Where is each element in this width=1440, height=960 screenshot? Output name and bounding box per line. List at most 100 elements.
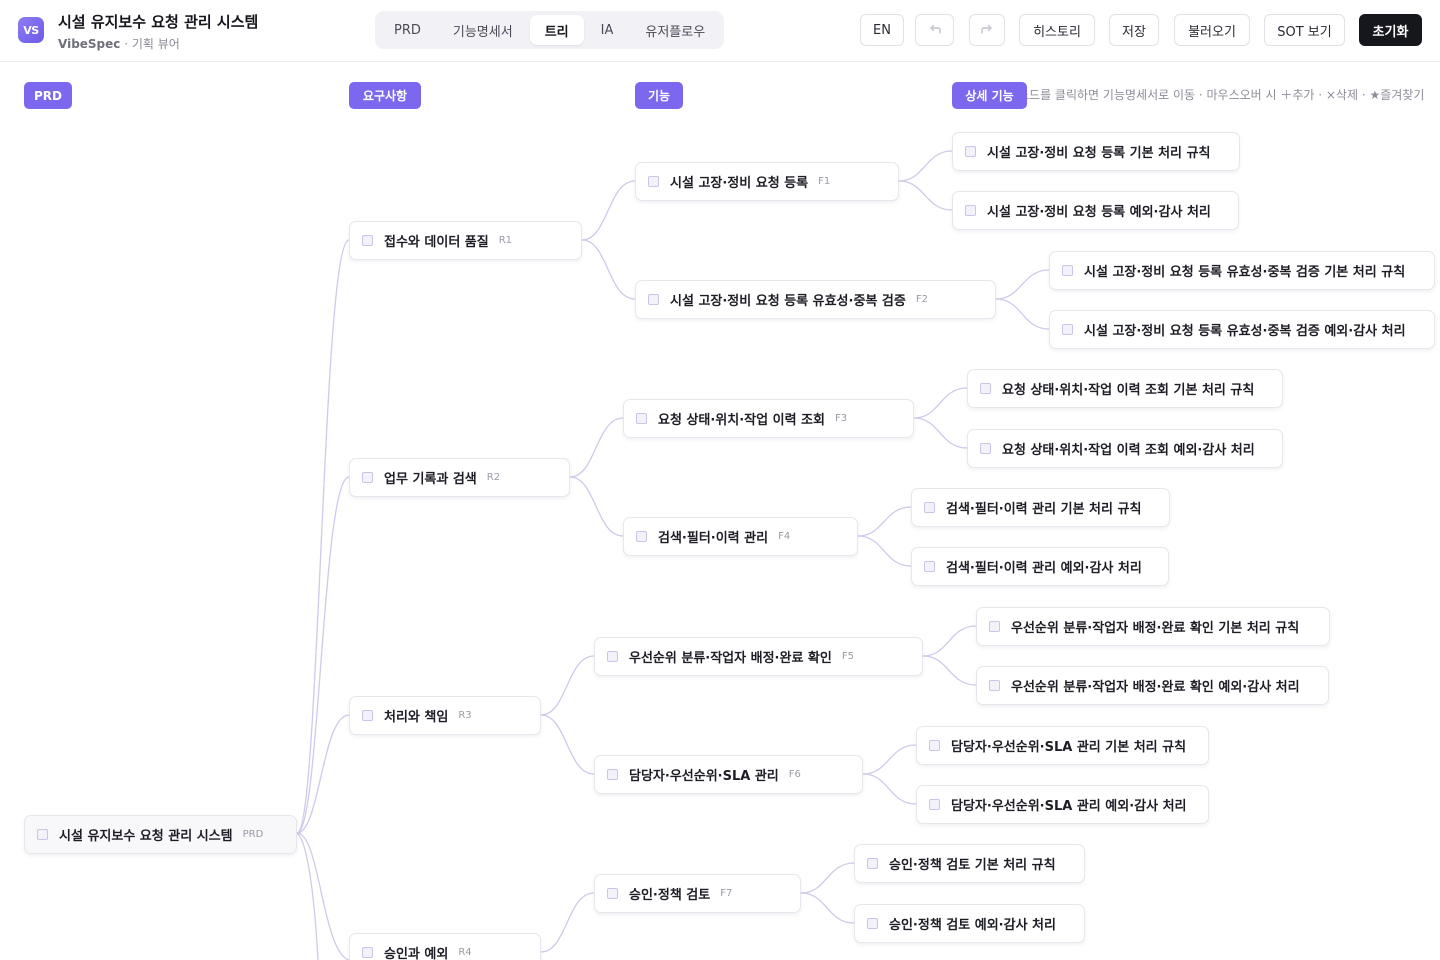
tree-canvas[interactable]: PRD 요구사항 기능 노드를 클릭하면 기능명세서로 이동 · 마우스오버 시…	[0, 63, 1440, 960]
tab-tree[interactable]: 트리	[529, 15, 584, 45]
node-checkbox[interactable]	[362, 947, 373, 958]
redo-icon	[981, 24, 992, 34]
tree-node-requirement[interactable]: 처리와 책임 R3	[349, 696, 541, 735]
redo-button[interactable]	[969, 14, 1005, 46]
node-checkbox[interactable]	[607, 651, 618, 662]
tree-node-detail[interactable]: 우선순위 분류·작업자 배정·완료 확인 예외·감사 처리	[976, 666, 1329, 705]
node-checkbox[interactable]	[929, 799, 940, 810]
tree-node-requirement[interactable]: 승인과 예외 R4	[349, 933, 541, 960]
tree-node-detail[interactable]: 승인·정책 검토 기본 처리 규칙	[854, 844, 1085, 883]
undo-button[interactable]	[915, 14, 954, 46]
node-checkbox[interactable]	[867, 858, 878, 869]
node-label: 시설 고장·정비 요청 등록 유효성·중복 검증 예외·감사 처리	[1084, 324, 1406, 339]
node-label: 승인과 예외	[384, 947, 449, 960]
sot-view-button[interactable]: SOT 보기	[1264, 14, 1345, 46]
node-label: 요청 상태·위치·작업 이력 조회 기본 처리 규칙	[1002, 383, 1255, 398]
tree-node-requirement[interactable]: 접수와 데이터 품질 R1	[349, 221, 582, 260]
node-checkbox[interactable]	[1062, 265, 1073, 276]
tree-node-detail[interactable]: 담당자·우선순위·SLA 관리 예외·감사 처리	[916, 785, 1209, 824]
tree-node-feature[interactable]: 담당자·우선순위·SLA 관리 F6	[594, 755, 863, 794]
node-checkbox[interactable]	[37, 829, 48, 840]
node-label: 담당자·우선순위·SLA 관리 예외·감사 처리	[951, 799, 1187, 814]
node-checkbox[interactable]	[980, 383, 991, 394]
tab-feature-spec[interactable]: 기능명세서	[438, 15, 528, 45]
node-label: 검색·필터·이력 관리 예외·감사 처리	[946, 561, 1142, 576]
node-checkbox[interactable]	[965, 146, 976, 157]
viewer-mode-label: · 기획 뷰어	[120, 37, 180, 51]
tab-user-flow[interactable]: 유저플로우	[630, 15, 720, 45]
node-checkbox[interactable]	[929, 740, 940, 751]
node-checkbox[interactable]	[648, 176, 659, 187]
node-checkbox[interactable]	[989, 621, 1000, 632]
node-id: R3	[458, 710, 472, 721]
node-label: 담당자·우선순위·SLA 관리 기본 처리 규칙	[951, 740, 1187, 755]
tree-node-detail[interactable]: 우선순위 분류·작업자 배정·완료 확인 기본 처리 규칙	[976, 607, 1330, 646]
node-label: 우선순위 분류·작업자 배정·완료 확인	[629, 651, 832, 666]
language-toggle-button[interactable]: EN	[860, 14, 904, 46]
tree-node-root[interactable]: 시설 유지보수 요청 관리 시스템 PRD	[24, 815, 297, 854]
app-title: 시설 유지보수 요청 관리 시스템	[58, 13, 259, 31]
node-checkbox[interactable]	[362, 472, 373, 483]
node-label: 검색·필터·이력 관리 기본 처리 규칙	[946, 502, 1142, 517]
tree-node-feature[interactable]: 검색·필터·이력 관리 F4	[623, 517, 858, 556]
node-id: PRD	[242, 829, 264, 840]
tree-node-feature[interactable]: 요청 상태·위치·작업 이력 조회 F3	[623, 399, 914, 438]
node-checkbox[interactable]	[980, 443, 991, 454]
tree-node-detail[interactable]: 검색·필터·이력 관리 기본 처리 규칙	[911, 488, 1170, 527]
tree-node-detail[interactable]: 시설 고장·정비 요청 등록 유효성·중복 검증 예외·감사 처리	[1049, 310, 1435, 349]
node-label: 승인·정책 검토 예외·감사 처리	[889, 918, 1056, 933]
view-tabs: PRD 기능명세서 트리 IA 유저플로우	[375, 11, 725, 49]
tree-node-detail[interactable]: 시설 고장·정비 요청 등록 기본 처리 규칙	[952, 132, 1240, 171]
history-button[interactable]: 히스토리	[1019, 14, 1095, 46]
node-id: R1	[498, 235, 513, 246]
node-label: 우선순위 분류·작업자 배정·완료 확인 기본 처리 규칙	[1011, 621, 1300, 636]
node-label: 승인·정책 검토	[629, 888, 711, 903]
tab-prd[interactable]: PRD	[379, 15, 436, 45]
tree-node-detail[interactable]: 검색·필터·이력 관리 예외·감사 처리	[911, 547, 1169, 586]
tab-ia[interactable]: IA	[586, 15, 629, 45]
tree-node-detail[interactable]: 시설 고장·정비 요청 등록 예외·감사 처리	[952, 191, 1239, 230]
node-label: 요청 상태·위치·작업 이력 조회 예외·감사 처리	[1002, 443, 1255, 458]
tree-node-detail[interactable]: 요청 상태·위치·작업 이력 조회 기본 처리 규칙	[967, 369, 1283, 408]
node-label: 시설 고장·정비 요청 등록 유효성·중복 검증 기본 처리 규칙	[1084, 265, 1406, 280]
node-checkbox[interactable]	[965, 205, 976, 216]
node-checkbox[interactable]	[989, 680, 1000, 691]
reset-button[interactable]: 초기화	[1359, 14, 1422, 46]
node-checkbox[interactable]	[362, 235, 373, 246]
node-label: 시설 고장·정비 요청 등록 기본 처리 규칙	[987, 146, 1211, 161]
tree-node-feature[interactable]: 시설 고장·정비 요청 등록 유효성·중복 검증 F2	[635, 280, 996, 319]
tree-node-detail[interactable]: 시설 고장·정비 요청 등록 유효성·중복 검증 기본 처리 규칙	[1049, 251, 1435, 290]
column-label-prd: PRD	[24, 82, 72, 109]
save-button[interactable]: 저장	[1109, 14, 1159, 46]
load-button[interactable]: 불러오기	[1174, 14, 1250, 46]
node-checkbox[interactable]	[636, 531, 647, 542]
node-checkbox[interactable]	[607, 888, 618, 899]
app-subtitle: VibeSpec · 기획 뷰어	[58, 35, 180, 52]
tree-node-feature[interactable]: 승인·정책 검토 F7	[594, 874, 801, 913]
tree-node-detail[interactable]: 담당자·우선순위·SLA 관리 기본 처리 규칙	[916, 726, 1209, 765]
node-checkbox[interactable]	[636, 413, 647, 424]
node-checkbox[interactable]	[1062, 324, 1073, 335]
node-label: 업무 기록과 검색	[384, 472, 477, 487]
node-label: 담당자·우선순위·SLA 관리	[629, 769, 779, 784]
node-label: 검색·필터·이력 관리	[658, 531, 769, 546]
column-label-detail-features: 상세 기능	[952, 82, 1027, 109]
usage-hint: 노드를 클릭하면 기능명세서로 이동 · 마우스오버 시 ＋추가 · ×삭제 ·…	[1018, 88, 1425, 102]
tree-node-detail[interactable]: 요청 상태·위치·작업 이력 조회 예외·감사 처리	[967, 429, 1283, 468]
tree-node-requirement[interactable]: 업무 기록과 검색 R2	[349, 458, 570, 497]
tree-node-feature[interactable]: 우선순위 분류·작업자 배정·완료 확인 F5	[594, 637, 923, 676]
node-checkbox[interactable]	[867, 918, 878, 929]
tree-node-feature[interactable]: 시설 고장·정비 요청 등록 F1	[635, 162, 899, 201]
node-checkbox[interactable]	[924, 502, 935, 513]
node-label: 우선순위 분류·작업자 배정·완료 확인 예외·감사 처리	[1011, 680, 1300, 695]
node-label: 시설 고장·정비 요청 등록 유효성·중복 검증	[670, 294, 906, 309]
node-id: F4	[778, 531, 791, 542]
undo-icon	[929, 24, 941, 34]
node-checkbox[interactable]	[607, 769, 618, 780]
node-checkbox[interactable]	[362, 710, 373, 721]
node-checkbox[interactable]	[648, 294, 659, 305]
tree-node-detail[interactable]: 승인·정책 검토 예외·감사 처리	[854, 904, 1085, 943]
node-checkbox[interactable]	[924, 561, 935, 572]
node-label: 접수와 데이터 품질	[384, 235, 489, 250]
node-label: 시설 고장·정비 요청 등록 예외·감사 처리	[987, 205, 1211, 220]
